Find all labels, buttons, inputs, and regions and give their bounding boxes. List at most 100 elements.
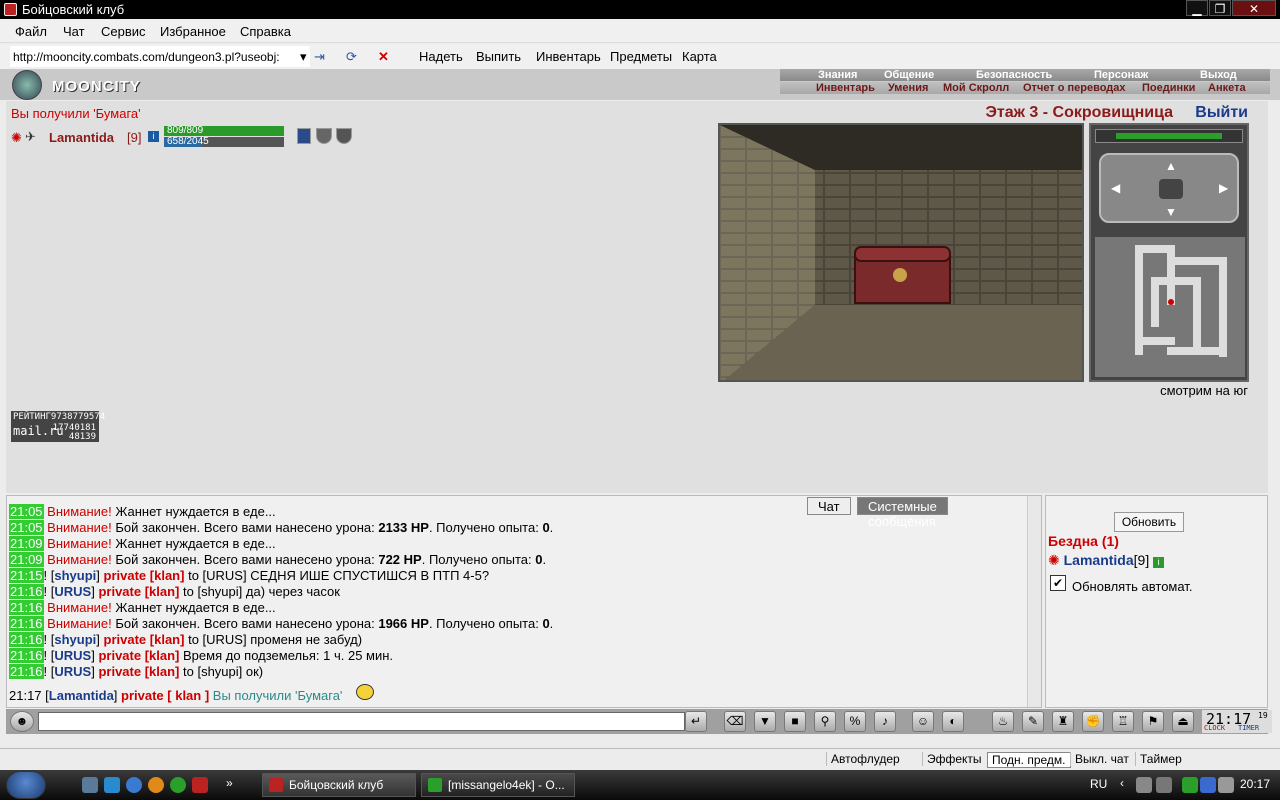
chat-scrollbar[interactable] (1027, 496, 1041, 707)
tray-clock[interactable]: 20:17 (1240, 777, 1270, 791)
chat-nick[interactable]: URUS (54, 648, 91, 663)
chat-time[interactable]: 21:05 (9, 504, 44, 519)
tab-system-messages[interactable]: Системные сообщения (857, 497, 948, 529)
toolbar-items[interactable]: Предметы (610, 49, 672, 64)
close-button[interactable]: ✕ (1232, 0, 1276, 16)
chat-time[interactable]: 21:09 (9, 552, 44, 567)
fist-icon[interactable]: ✊ (1082, 711, 1104, 732)
flag-icon[interactable]: ⚑ (1142, 711, 1164, 732)
chat-nick[interactable]: shyupi (54, 632, 96, 647)
task-fightclub[interactable]: Бойцовский клуб (262, 773, 416, 797)
toolbar-drink[interactable]: Выпить (476, 49, 521, 64)
shield-icon[interactable] (336, 128, 352, 144)
clock-timer[interactable]: 21:17 19 CLOCK TIMER (1202, 710, 1272, 733)
chat-head-icon[interactable]: ☻ (10, 711, 34, 732)
arrow-up-icon[interactable]: ▲ (1165, 159, 1177, 173)
chat-input[interactable] (38, 712, 685, 731)
chat-time[interactable]: 21:16 (9, 584, 44, 599)
network-icon[interactable] (1200, 777, 1216, 793)
chat-nick[interactable]: URUS (54, 664, 91, 679)
ie-icon[interactable] (126, 777, 142, 793)
chat-time[interactable]: 21:16 (9, 664, 44, 679)
effects-button[interactable]: Эффекты (922, 752, 986, 766)
more-icon[interactable]: » (226, 776, 233, 790)
chat-time[interactable]: 21:16 (9, 616, 44, 631)
dungeon-exit-link[interactable]: Выйти (1195, 104, 1248, 122)
autoflooder-button[interactable]: Автофлудер (826, 752, 904, 766)
nav-character[interactable]: Персонаж (1094, 69, 1148, 81)
menu-help[interactable]: Справка (240, 24, 291, 39)
toolbar-wear[interactable]: Надеть (419, 49, 463, 64)
save-icon[interactable]: ■ (784, 711, 806, 732)
tray-icon[interactable] (1156, 777, 1172, 793)
toolbar-inventory[interactable]: Инвентарь (536, 49, 601, 64)
nav-skills[interactable]: Умения (888, 82, 928, 94)
nav-security[interactable]: Безопасность (976, 69, 1052, 81)
effect-icon[interactable] (297, 128, 311, 144)
filter-icon[interactable]: ▼ (754, 711, 776, 732)
exit-icon[interactable]: ⏏ (1172, 711, 1194, 732)
pickup-items-button[interactable]: Подн. предм. (987, 752, 1071, 768)
combats-icon[interactable] (192, 777, 208, 793)
nav-communication[interactable]: Общение (884, 69, 934, 81)
arrow-down-icon[interactable]: ▼ (1165, 205, 1177, 219)
media-icon[interactable] (104, 777, 120, 793)
icq-icon[interactable] (170, 777, 186, 793)
sound-icon[interactable]: ♪ (874, 711, 896, 732)
arrow-left-icon[interactable]: ◀ (1111, 181, 1120, 195)
arrow-right-icon[interactable]: ▶ (1219, 181, 1228, 195)
walk-icon[interactable]: ⚲ (814, 711, 836, 732)
potion-icon[interactable]: ♨ (992, 711, 1014, 732)
compass-control[interactable]: ▲ ▼ ◀ ▶ (1099, 153, 1239, 223)
minimize-button[interactable]: ▁ (1186, 0, 1208, 16)
stop-icon[interactable]: ✕ (378, 49, 389, 65)
send-icon[interactable]: ↵ (685, 711, 707, 732)
nav-fights[interactable]: Поединки (1142, 82, 1195, 94)
helm-icon[interactable]: ♜ (1052, 711, 1074, 732)
chat-nick[interactable]: URUS (54, 584, 91, 599)
tray-expand-icon[interactable]: ‹ (1120, 776, 1124, 790)
smile-icon[interactable]: ☺ (912, 711, 934, 732)
chat-nick[interactable]: Lamantida (49, 688, 114, 703)
chat-nick[interactable]: shyupi (54, 568, 96, 583)
smiley-icon[interactable] (356, 684, 375, 700)
nav-knowledge[interactable]: Знания (818, 69, 857, 81)
language-indicator[interactable]: RU (1090, 777, 1107, 791)
auto-refresh-checkbox[interactable]: ✔ (1050, 575, 1066, 591)
eraser-icon[interactable]: ⌫ (724, 711, 746, 732)
refresh-button[interactable]: Обновить (1114, 512, 1184, 532)
nav-transfer-report[interactable]: Отчет о переводах (1023, 82, 1126, 94)
chat-time[interactable]: 21:09 (9, 536, 44, 551)
desktop-icon[interactable] (82, 777, 98, 793)
task-missangelo[interactable]: [missangelo4ek] - О... (421, 773, 575, 797)
player-name[interactable]: Lamantida (49, 130, 114, 145)
avast-icon[interactable] (148, 777, 164, 793)
nav-profile[interactable]: Анкета (1208, 82, 1246, 94)
tray-icon[interactable] (1182, 777, 1198, 793)
chat-time[interactable]: 21:05 (9, 520, 44, 535)
nav-my-scroll[interactable]: Мой Скролл (943, 82, 1009, 94)
chat-time[interactable]: 21:16 (9, 648, 44, 663)
chat-time[interactable]: 21:16 (9, 632, 44, 647)
go-icon[interactable]: ⇥ (314, 49, 325, 65)
chat-off-button[interactable]: Выкл. чат (1070, 752, 1133, 766)
timer-button[interactable]: Таймер (1135, 752, 1186, 766)
menu-favorites[interactable]: Избранное (160, 24, 226, 39)
dungeon-view[interactable] (718, 123, 1084, 382)
chat-time[interactable]: 21:16 (9, 600, 44, 615)
volume-icon[interactable] (1218, 777, 1234, 793)
refresh-icon[interactable]: ⟳ (346, 49, 357, 65)
address-input[interactable]: http://mooncity.combats.com/dungeon3.pl?… (10, 46, 310, 67)
turn-center-icon[interactable] (1159, 179, 1183, 199)
maximize-button[interactable]: ❐ (1209, 0, 1231, 16)
info-icon[interactable]: i (1153, 557, 1165, 568)
menu-chat[interactable]: Чат (63, 24, 85, 39)
info-icon[interactable]: i (148, 131, 159, 142)
nav-inventory[interactable]: Инвентарь (816, 82, 875, 94)
menu-file[interactable]: Файл (15, 24, 47, 39)
nav-exit[interactable]: Выход (1200, 69, 1237, 81)
mailru-counter[interactable]: РЕЙТИНГ9738779574 mail.ru 17740181 48139 (11, 411, 105, 442)
percent-icon[interactable]: % (844, 711, 866, 732)
start-button[interactable] (6, 771, 46, 799)
castle-icon[interactable]: ♖ (1112, 711, 1134, 732)
